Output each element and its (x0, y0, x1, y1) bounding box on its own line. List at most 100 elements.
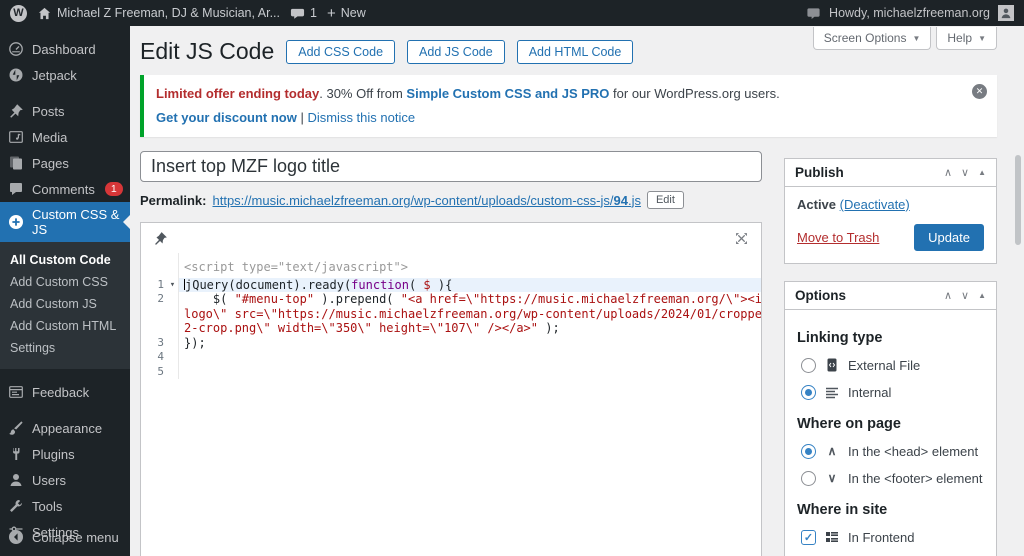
speech-bubble-icon[interactable] (806, 6, 821, 21)
where-footer-option[interactable]: ∨ In the <footer> element (801, 470, 984, 486)
vertical-scrollbar[interactable] (1015, 155, 1021, 245)
pushpin-icon (8, 103, 24, 119)
chevron-up-icon: ∧ (827, 444, 837, 458)
code-line: 4 (141, 350, 761, 365)
sidebar-item-jetpack[interactable]: Jetpack (0, 62, 130, 88)
add-js-code-button[interactable]: Add JS Code (407, 39, 505, 64)
new-label: New (340, 6, 366, 20)
publish-panel-title: Publish (795, 165, 844, 180)
edit-permalink-button[interactable]: Edit (646, 191, 684, 209)
sidebar-item-label: Custom CSS & JS (32, 207, 120, 237)
separator: | (296, 110, 308, 125)
code-line: 5 (141, 364, 761, 379)
home-icon (37, 6, 52, 21)
panel-toggle-icon[interactable]: ▲ (978, 168, 986, 177)
move-to-trash-link[interactable]: Move to Trash (797, 230, 879, 245)
collapse-arrow-icon (8, 529, 24, 545)
screen-options-button[interactable]: Screen Options ▼ (812, 27, 932, 50)
radio-external-file[interactable] (801, 357, 816, 373)
dismiss-x-icon[interactable]: ✕ (972, 84, 987, 99)
permalink-label: Permalink: (140, 192, 207, 208)
option-label: External File (848, 357, 921, 373)
line-number: 5 (157, 364, 164, 378)
chevron-down-icon: ▼ (978, 33, 986, 43)
submenu-add-custom-css[interactable]: Add Custom CSS (0, 271, 130, 293)
linking-type-internal-option[interactable]: Internal (801, 384, 984, 400)
add-html-code-button[interactable]: Add HTML Code (516, 39, 634, 64)
status-label: Active (797, 197, 837, 212)
submenu-add-custom-html[interactable]: Add Custom HTML (0, 315, 130, 337)
sidebar-item-appearance[interactable]: Appearance (0, 415, 130, 441)
sidebar-item-media[interactable]: Media (0, 124, 130, 150)
sidebar-item-label: Plugins (32, 446, 75, 462)
line-number: 2 (157, 292, 164, 305)
frontend-option[interactable]: ✓ In Frontend (801, 529, 984, 545)
sidebar-item-label: Jetpack (32, 67, 77, 83)
sidebar-item-posts[interactable]: Posts (0, 98, 130, 124)
pin-editor-icon[interactable] (153, 231, 168, 246)
admin-bar-new[interactable]: + New (327, 6, 366, 21)
radio-footer[interactable] (801, 470, 816, 486)
radio-internal[interactable] (801, 384, 816, 400)
sidebar-item-custom-css-js[interactable]: Custom CSS & JS (0, 202, 130, 242)
permalink-url[interactable]: https://music.michaelzfreeman.org/wp-con… (212, 193, 640, 208)
pages-icon (8, 155, 24, 171)
sidebar-item-tools[interactable]: Tools (0, 493, 130, 519)
pro-plugin-link[interactable]: Simple Custom CSS and JS PRO (406, 86, 609, 101)
help-label: Help (947, 31, 973, 45)
site-name: Michael Z Freeman, DJ & Musician, Ar... (57, 6, 280, 20)
sidebar-item-pages[interactable]: Pages (0, 150, 130, 176)
move-up-icon[interactable]: ∧ (944, 289, 952, 302)
code-editor: <script type="text/javascript"> 1 ▾ jQuer… (140, 222, 762, 556)
sidebar-item-users[interactable]: Users (0, 467, 130, 493)
linking-type-external-option[interactable]: External File (801, 357, 984, 373)
wrench-icon (8, 498, 24, 514)
help-button[interactable]: Help ▼ (936, 27, 997, 50)
sidebar-item-label: Feedback (32, 384, 90, 400)
checkbox-frontend[interactable]: ✓ (801, 529, 816, 545)
sidebar-item-feedback[interactable]: Feedback (0, 379, 130, 405)
fold-arrow-icon[interactable]: ▾ (167, 278, 178, 293)
panel-toggle-icon[interactable]: ▲ (978, 291, 986, 300)
promo-notice: Limited offer ending today. 30% Off from… (140, 75, 997, 137)
code-line: 3 }); (141, 335, 761, 350)
howdy-label[interactable]: Howdy, michaelzfreeman.org (829, 6, 990, 20)
sidebar-item-label: Comments (32, 181, 95, 197)
external-file-icon (824, 357, 840, 373)
sidebar-item-comments[interactable]: Comments 1 (0, 176, 130, 202)
code-title-input[interactable] (140, 151, 762, 182)
page-title: Edit JS Code (140, 38, 275, 64)
add-css-code-button[interactable]: Add CSS Code (286, 39, 396, 64)
move-up-icon[interactable]: ∧ (944, 166, 952, 179)
sidebar-item-dashboard[interactable]: Dashboard (0, 36, 130, 62)
code-line: 1 ▾ jQuery(document).ready(function( $ ){ (141, 277, 761, 293)
custom-css-js-submenu: All Custom Code Add Custom CSS Add Custo… (0, 242, 130, 369)
avatar[interactable] (998, 5, 1014, 21)
move-down-icon[interactable]: ∨ (961, 289, 969, 302)
submenu-settings[interactable]: Settings (0, 337, 130, 359)
notice-highlight: Limited offer ending today (156, 86, 320, 101)
sidebar-item-label: Appearance (32, 420, 103, 436)
sidebar-item-label: Dashboard (32, 41, 96, 57)
submenu-add-custom-js[interactable]: Add Custom JS (0, 293, 130, 315)
where-in-site-heading: Where in site (797, 502, 888, 518)
move-down-icon[interactable]: ∨ (961, 166, 969, 179)
fullscreen-icon[interactable] (734, 231, 749, 246)
admin-bar-site-link[interactable]: Michael Z Freeman, DJ & Musician, Ar... (37, 6, 280, 21)
collapse-menu-button[interactable]: Collapse menu (0, 524, 130, 550)
code-area[interactable]: <script type="text/javascript"> 1 ▾ jQuer… (141, 253, 761, 379)
discount-link[interactable]: Get your discount now (156, 110, 297, 125)
code-line: <script type="text/javascript"> (141, 253, 761, 278)
deactivate-link[interactable]: (Deactivate) (840, 197, 910, 212)
comment-bubble-icon (290, 6, 305, 21)
dismiss-notice-link[interactable]: Dismiss this notice (307, 110, 415, 125)
update-button[interactable]: Update (914, 224, 984, 251)
chevron-down-icon: ▼ (912, 33, 921, 43)
radio-head[interactable] (801, 443, 816, 459)
where-head-option[interactable]: ∧ In the <head> element (801, 443, 984, 459)
sidebar-item-plugins[interactable]: Plugins (0, 441, 130, 467)
admin-bar-comments[interactable]: 1 (290, 6, 317, 21)
wordpress-logo-icon[interactable]: W (10, 4, 27, 22)
submenu-all-custom-code[interactable]: All Custom Code (0, 249, 130, 271)
admin-bar: W Michael Z Freeman, DJ & Musician, Ar..… (0, 0, 1024, 26)
